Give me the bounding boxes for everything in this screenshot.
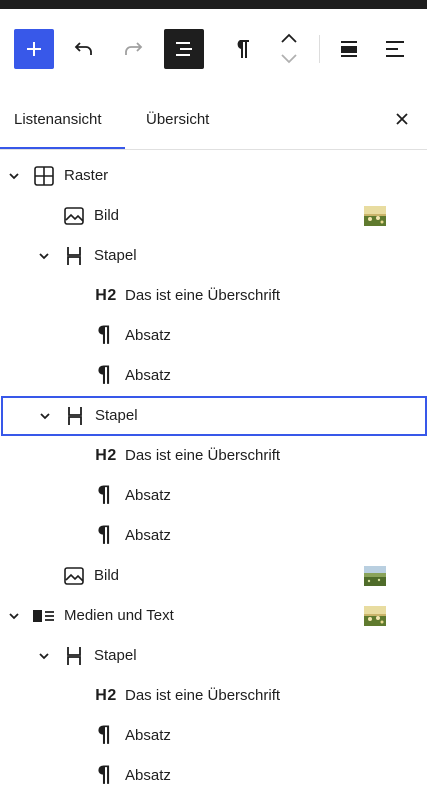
image-icon [62, 204, 86, 228]
list-item-label: Absatz [125, 367, 171, 384]
block-mover [272, 29, 306, 69]
list-item-media-text[interactable]: Medien und Text [0, 596, 427, 636]
plus-icon [27, 42, 41, 56]
heading-icon: H2 [95, 287, 117, 304]
list-item-heading[interactable]: H2 Das ist eine Überschrift [0, 276, 427, 316]
top-dark-bar [0, 0, 427, 9]
list-item-stapel[interactable]: Stapel [0, 236, 427, 276]
list-item-label: Stapel [95, 407, 138, 424]
list-item-stapel-selected[interactable]: Stapel [1, 396, 427, 436]
flower-field-thumbnail [364, 206, 386, 226]
chevron-down-icon[interactable] [6, 168, 22, 184]
sidebar-tabs: Listenansicht Übersicht [0, 89, 427, 150]
list-item-label: Das ist eine Überschrift [125, 447, 281, 464]
chevron-down-icon[interactable] [36, 248, 52, 264]
list-item-stapel[interactable]: Stapel [0, 636, 427, 676]
list-item-bild[interactable]: Bild [0, 556, 427, 596]
chevron-down-icon[interactable] [277, 51, 301, 65]
meadow-thumbnail [364, 566, 386, 586]
stack-icon [62, 244, 86, 268]
align-button[interactable] [329, 29, 369, 69]
list-item-label: Medien und Text [64, 607, 174, 624]
list-item-paragraph[interactable]: ¶ Absatz [0, 716, 427, 756]
image-icon [62, 564, 86, 588]
list-item-label: Absatz [125, 327, 171, 344]
media-text-icon [32, 604, 56, 628]
list-item-paragraph[interactable]: ¶ Absatz [0, 476, 427, 516]
paragraph-block-button[interactable] [222, 29, 262, 69]
active-tab-indicator [0, 147, 125, 149]
list-item-label: Absatz [125, 527, 171, 544]
list-item-label: Absatz [125, 767, 171, 784]
stack-icon [62, 644, 86, 668]
list-item-bild[interactable]: Bild [0, 196, 427, 236]
paragraph-icon: ¶ [97, 363, 111, 388]
block-toolbar [0, 9, 427, 89]
list-view-button[interactable] [164, 29, 204, 69]
tab-overview[interactable]: Übersicht [146, 89, 209, 149]
chevron-down-icon[interactable] [6, 608, 22, 624]
chevron-down-icon[interactable] [36, 648, 52, 664]
stack-icon [63, 404, 87, 428]
add-block-button[interactable] [14, 29, 54, 69]
justify-left-icon [386, 41, 404, 57]
heading-icon: H2 [95, 447, 117, 464]
list-item-paragraph[interactable]: ¶ Absatz [0, 356, 427, 396]
paragraph-icon: ¶ [97, 523, 111, 548]
list-item-label: Stapel [94, 247, 137, 264]
toolbar-divider [319, 35, 320, 63]
redo-icon [125, 42, 143, 55]
close-icon [396, 113, 408, 125]
list-item-label: Das ist eine Überschrift [125, 687, 281, 704]
list-item-heading[interactable]: H2 Das ist eine Überschrift [0, 436, 427, 476]
flower-field-thumbnail [364, 606, 386, 626]
justify-button[interactable] [375, 29, 415, 69]
undo-button[interactable] [64, 29, 104, 69]
list-item-raster[interactable]: Raster [0, 156, 427, 196]
list-item-label: Absatz [125, 487, 171, 504]
list-item-label: Bild [94, 207, 120, 224]
list-item-label: Absatz [125, 727, 171, 744]
heading-icon: H2 [95, 687, 117, 704]
paragraph-icon: ¶ [97, 483, 111, 508]
paragraph-icon: ¶ [97, 763, 111, 788]
list-view-icon [176, 42, 192, 56]
list-item-heading[interactable]: H2 Das ist eine Überschrift [0, 676, 427, 716]
list-item-label: Raster [64, 167, 109, 184]
list-item-label: Bild [94, 567, 120, 584]
chevron-down-icon[interactable] [37, 408, 53, 424]
paragraph-icon [237, 40, 249, 58]
chevron-up-icon[interactable] [277, 31, 301, 45]
list-item-paragraph[interactable]: ¶ Absatz [0, 316, 427, 356]
list-item-paragraph[interactable]: ¶ Absatz [0, 516, 427, 556]
list-item-label: Stapel [94, 647, 137, 664]
paragraph-icon: ¶ [97, 323, 111, 348]
undo-icon [74, 42, 92, 55]
align-center-icon [341, 41, 357, 57]
list-item-paragraph[interactable]: ¶ Absatz [0, 756, 427, 796]
list-item-label: Das ist eine Überschrift [125, 287, 281, 304]
close-button[interactable] [390, 107, 414, 131]
paragraph-icon: ¶ [97, 723, 111, 748]
tab-list-view[interactable]: Listenansicht [14, 89, 102, 149]
redo-button[interactable] [113, 29, 153, 69]
grid-icon [32, 164, 56, 188]
